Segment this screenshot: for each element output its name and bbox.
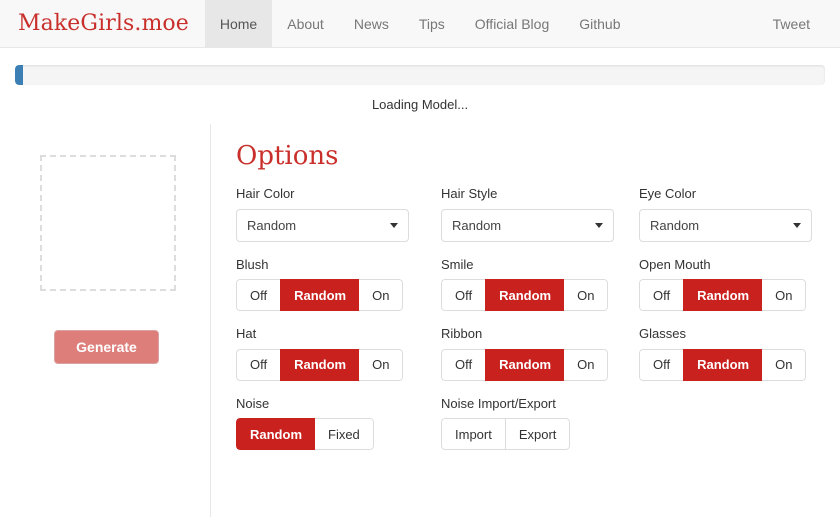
select-value-hair-style: Random xyxy=(452,217,502,233)
option-label-eye-color: Eye Color xyxy=(639,186,697,201)
preview-panel: Generate xyxy=(0,124,211,517)
option-label-smile: Smile xyxy=(441,256,474,272)
button-group-blush: Off Random On xyxy=(236,279,404,312)
option-label-hair-style: Hair Style xyxy=(441,186,498,201)
nav-right: Tweet xyxy=(761,0,840,47)
button-blush-on[interactable]: On xyxy=(359,279,404,312)
option-cell-blush: Blush Off Random On xyxy=(236,257,441,312)
option-label-ribbon: Ribbon xyxy=(441,326,483,342)
progress-fill xyxy=(15,65,24,85)
button-glasses-random[interactable]: Random xyxy=(683,348,763,381)
button-glasses-off[interactable]: Off xyxy=(639,348,684,381)
button-ribbon-off[interactable]: Off xyxy=(441,348,486,381)
chevron-down-icon xyxy=(595,223,603,229)
button-noise-fixed[interactable]: Fixed xyxy=(315,418,374,451)
tweet-link[interactable]: Tweet xyxy=(761,16,822,32)
option-label-noise-import-export: Noise Import/Export xyxy=(441,395,556,411)
button-group-smile: Off Random On xyxy=(441,279,609,312)
options-panel: Options Hair Color Random Hair Style Random… xyxy=(211,124,840,517)
chevron-down-icon xyxy=(390,223,398,229)
button-hat-random[interactable]: Random xyxy=(280,348,360,381)
button-hat-off[interactable]: Off xyxy=(236,348,281,381)
button-noise-import-export-export[interactable]: Export xyxy=(504,418,571,451)
option-label-noise: Noise xyxy=(236,395,270,411)
button-open-mouth-on[interactable]: On xyxy=(762,279,807,312)
nav-item-about[interactable]: About xyxy=(272,0,339,47)
image-preview-placeholder xyxy=(40,155,176,291)
select-hair-style[interactable]: Random xyxy=(441,208,614,242)
select-value-hair-color: Random xyxy=(247,217,297,233)
select-eye-color[interactable]: Random xyxy=(639,208,812,242)
option-cell-spacer xyxy=(639,396,839,451)
loading-progress-bar xyxy=(15,65,825,85)
button-smile-on[interactable]: On xyxy=(564,279,609,312)
nav-links: Home About News Tips Official Blog Github xyxy=(204,0,761,47)
button-group-ribbon: Off Random On xyxy=(441,348,609,381)
option-cell-open-mouth: Open Mouth Off Random On xyxy=(639,257,839,312)
nav-item-official-blog[interactable]: Official Blog xyxy=(460,0,564,47)
page-title: Options xyxy=(236,141,339,171)
select-hair-color[interactable]: Random xyxy=(236,208,409,242)
button-ribbon-on[interactable]: On xyxy=(564,348,609,381)
option-cell-smile: Smile Off Random On xyxy=(441,257,639,312)
option-cell-hat: Hat Off Random On xyxy=(236,326,441,381)
button-blush-off[interactable]: Off xyxy=(236,279,281,312)
loading-status-text: Loading Model... xyxy=(371,97,469,112)
button-open-mouth-off[interactable]: Off xyxy=(639,279,684,312)
navbar: MakeGirls.moe Home About News Tips Official … xyxy=(0,0,840,48)
nav-item-github[interactable]: Github xyxy=(564,0,635,47)
button-group-open-mouth: Off Random On xyxy=(639,279,807,312)
select-value-eye-color: Random xyxy=(650,217,700,233)
option-label-hat: Hat xyxy=(236,326,257,342)
button-glasses-on[interactable]: On xyxy=(762,348,807,381)
nav-item-tips[interactable]: Tips xyxy=(404,0,460,47)
option-cell-eye-color: Eye Color Random xyxy=(639,186,839,242)
button-group-noise-import-export: Import Export xyxy=(441,418,571,451)
option-cell-noise-import-export: Noise Import/Export Import Export xyxy=(441,396,639,451)
option-label-open-mouth: Open Mouth xyxy=(639,256,711,272)
button-group-glasses: Off Random On xyxy=(639,348,807,381)
option-label-hair-color: Hair Color xyxy=(236,186,295,201)
button-smile-random[interactable]: Random xyxy=(485,279,565,312)
button-blush-random[interactable]: Random xyxy=(280,279,360,312)
brand-logo[interactable]: MakeGirls.moe xyxy=(0,0,205,47)
button-group-noise: Random Fixed xyxy=(236,418,374,451)
nav-item-news[interactable]: News xyxy=(339,0,404,47)
option-label-glasses: Glasses xyxy=(639,326,686,342)
button-open-mouth-random[interactable]: Random xyxy=(683,279,763,312)
option-cell-hair-style: Hair Style Random xyxy=(441,186,639,242)
option-cell-noise: Noise Random Fixed xyxy=(236,396,441,451)
chevron-down-icon xyxy=(793,223,801,229)
progress-track xyxy=(15,65,825,85)
button-noise-random[interactable]: Random xyxy=(236,418,315,451)
option-cell-glasses: Glasses Off Random On xyxy=(639,326,839,381)
nav-item-home[interactable]: Home xyxy=(204,0,273,47)
option-label-blush: Blush xyxy=(236,256,269,272)
option-cell-hair-color: Hair Color Random xyxy=(236,186,441,242)
options-grid: Hair Color Random Hair Style Random Eye Colo… xyxy=(236,186,840,465)
button-group-hat: Off Random On xyxy=(236,348,404,381)
button-noise-import-export-import[interactable]: Import xyxy=(441,418,505,451)
generate-button[interactable]: Generate xyxy=(54,330,159,364)
button-ribbon-random[interactable]: Random xyxy=(485,348,565,381)
main-content: Generate Options Hair Color Random Hair St… xyxy=(0,124,840,517)
button-hat-on[interactable]: On xyxy=(359,348,404,381)
option-cell-ribbon: Ribbon Off Random On xyxy=(441,326,639,381)
button-smile-off[interactable]: Off xyxy=(441,279,486,312)
